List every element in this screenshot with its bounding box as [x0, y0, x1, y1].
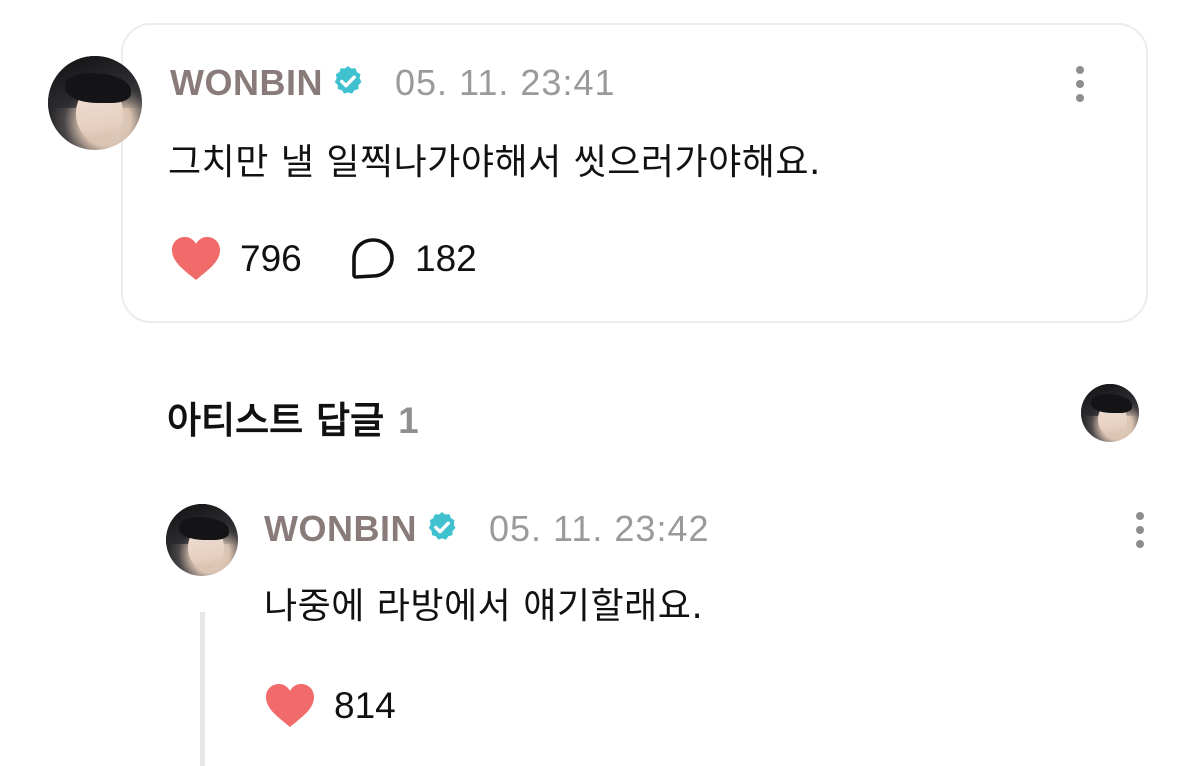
thread-connector-line: [200, 612, 205, 766]
artist-replies-heading: 아티스트 답글 1: [167, 390, 419, 444]
reply-timestamp: 05. 11. 23:42: [488, 508, 710, 549]
reply-header: WONBIN 05. 11. 23:42: [264, 504, 710, 554]
reply-author-name[interactable]: WONBIN: [264, 508, 417, 550]
post-comment-button[interactable]: 182: [349, 236, 477, 282]
post-like-button[interactable]: 796: [170, 236, 302, 282]
reply-like-count: 814: [334, 685, 396, 726]
verified-badge-icon: [331, 64, 365, 102]
post-text: 그치만 낼 일찍나가야해서 씻으러가야해요.: [168, 142, 821, 183]
post-author-name[interactable]: WONBIN: [170, 62, 323, 104]
verified-badge-icon: [425, 510, 459, 548]
post-header: WONBIN 05. 11. 23:41: [170, 58, 616, 108]
reply-like-button[interactable]: 814: [264, 683, 396, 729]
post-timestamp: 05. 11. 23:41: [394, 62, 616, 103]
page: WONBIN 05. 11. 23:41 그치만 낼 일찍나가야해서 씻으러가야…: [0, 0, 1200, 766]
reply-more-options-icon[interactable]: [1135, 512, 1145, 548]
post-like-count: 796: [240, 238, 302, 279]
heart-icon: [266, 684, 314, 727]
post-comment-count: 182: [415, 238, 477, 279]
reply-text: 나중에 라방에서 얘기할래요.: [264, 586, 704, 627]
post-more-options-icon[interactable]: [1075, 66, 1085, 102]
artist-replies-count: 1: [398, 400, 419, 441]
post-author-avatar[interactable]: [48, 56, 142, 150]
reply-author-avatar[interactable]: [166, 504, 238, 576]
artist-filter-avatar[interactable]: [1081, 384, 1139, 442]
heart-icon: [172, 237, 220, 280]
artist-replies-title: 아티스트 답글: [167, 399, 385, 442]
speech-bubble-icon: [352, 238, 394, 279]
